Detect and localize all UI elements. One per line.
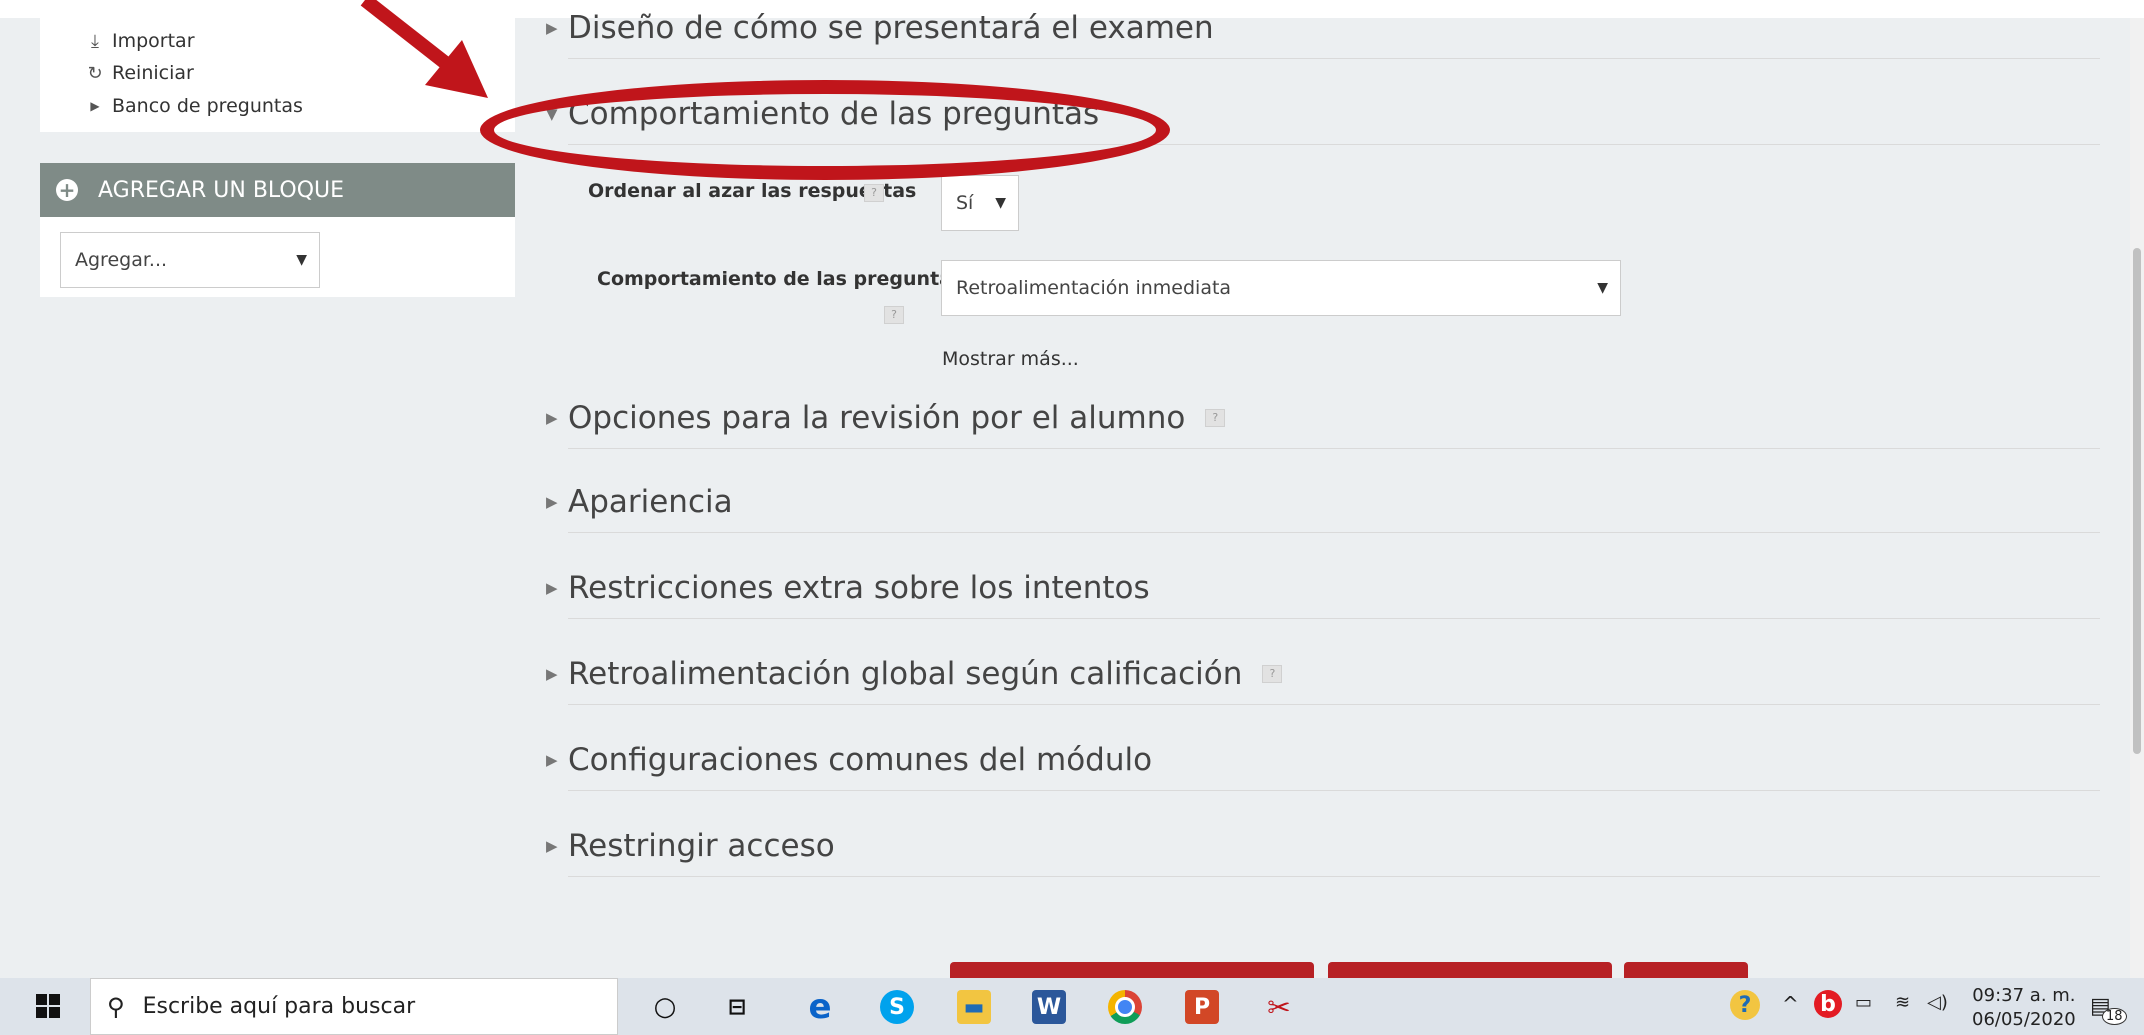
- snipping-tool-icon[interactable]: ✂: [1262, 990, 1296, 1024]
- windows-start-icon[interactable]: [36, 994, 60, 1018]
- battery-icon[interactable]: ▭: [1855, 992, 1872, 1013]
- clock-date: 06/05/2020: [1972, 1009, 2076, 1030]
- search-placeholder: Escribe aquí para buscar: [142, 994, 416, 1019]
- help-tray-icon[interactable]: ?: [1730, 990, 1760, 1020]
- chrome-icon[interactable]: [1108, 990, 1142, 1024]
- chevron-up-icon[interactable]: ^: [1782, 992, 1799, 1016]
- file-explorer-icon[interactable]: ▬: [957, 990, 991, 1024]
- beats-icon[interactable]: b: [1814, 990, 1842, 1018]
- wifi-icon[interactable]: ≋: [1895, 992, 1910, 1013]
- notifications-icon[interactable]: ▤ 18: [2090, 994, 2127, 1025]
- arrow-shaft: [360, 0, 453, 71]
- cortana-icon[interactable]: ○: [648, 990, 682, 1024]
- clock[interactable]: 09:37 a. m. 06/05/2020: [1972, 984, 2076, 1032]
- notification-count-badge: 18: [2102, 1008, 2127, 1025]
- clock-time: 09:37 a. m.: [1972, 985, 2076, 1006]
- annotation-arrow: [360, 0, 488, 98]
- powerpoint-icon[interactable]: P: [1185, 990, 1219, 1024]
- skype-icon[interactable]: S: [880, 990, 914, 1024]
- word-icon[interactable]: W: [1032, 990, 1066, 1024]
- search-icon: ⚲: [107, 992, 125, 1021]
- edge-icon[interactable]: e: [803, 987, 837, 1027]
- task-view-icon[interactable]: ⊟: [720, 990, 754, 1024]
- taskbar-search-box[interactable]: ⚲ Escribe aquí para buscar: [90, 978, 618, 1035]
- volume-icon[interactable]: ◁): [1927, 992, 1948, 1013]
